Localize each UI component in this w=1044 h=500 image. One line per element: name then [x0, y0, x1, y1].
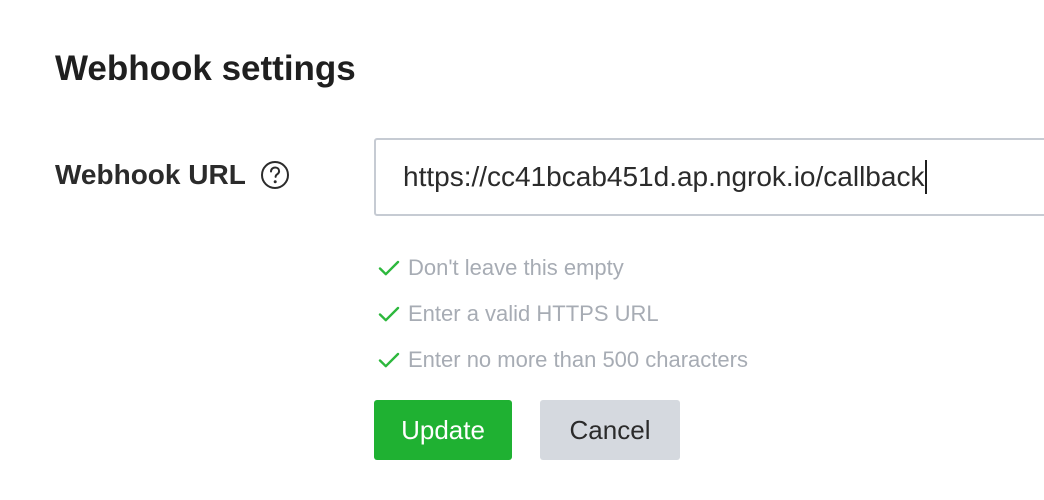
- check-icon: [378, 352, 400, 368]
- validation-rule-https: Enter a valid HTTPS URL: [378, 291, 748, 337]
- update-button[interactable]: Update: [374, 400, 512, 460]
- webhook-url-label-row: Webhook URL: [55, 155, 290, 195]
- webhook-url-input[interactable]: https://cc41bcab451d.ap.ngrok.io/callbac…: [374, 138, 1044, 216]
- check-icon: [378, 306, 400, 322]
- validation-rule-label: Don't leave this empty: [408, 255, 624, 280]
- validation-rule-label: Enter no more than 500 characters: [408, 347, 748, 372]
- validation-rule-label: Enter a valid HTTPS URL: [408, 301, 659, 326]
- section-title: Webhook settings: [55, 49, 356, 88]
- validation-rule-empty: Don't leave this empty: [378, 245, 748, 291]
- webhook-url-label: Webhook URL: [55, 159, 246, 190]
- validation-list: Don't leave this empty Enter a valid HTT…: [378, 245, 748, 383]
- cancel-button[interactable]: Cancel: [540, 400, 680, 460]
- check-icon: [378, 260, 400, 276]
- text-cursor: [925, 160, 928, 194]
- webhook-url-value: https://cc41bcab451d.ap.ngrok.io/callbac…: [403, 161, 925, 192]
- webhook-settings-panel: Webhook settings Webhook URL https://cc4…: [0, 0, 1044, 500]
- question-circle-icon[interactable]: [260, 160, 290, 190]
- validation-rule-length: Enter no more than 500 characters: [378, 337, 748, 383]
